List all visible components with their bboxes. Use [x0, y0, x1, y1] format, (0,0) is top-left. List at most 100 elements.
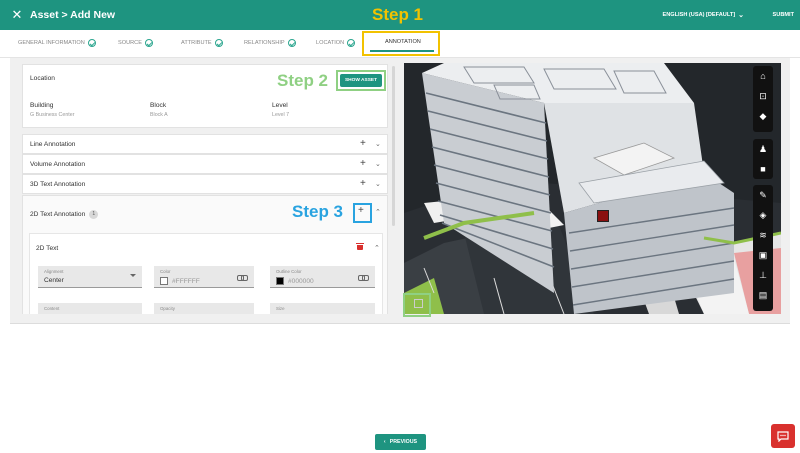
chevron-down-icon[interactable]: ⌄: [375, 160, 381, 168]
check-circle-icon: [214, 39, 223, 47]
check-circle-icon: [87, 39, 96, 47]
form-scrollbar[interactable]: [392, 66, 395, 226]
fill-icon[interactable]: ◆: [753, 106, 773, 126]
box-icon[interactable]: ▣: [753, 245, 773, 265]
document-icon[interactable]: ▤: [753, 285, 773, 305]
layers-edit-icon[interactable]: ◈: [753, 205, 773, 225]
outline-color-label: Outline Color: [276, 269, 302, 274]
outline-color-field[interactable]: Outline Color #000000: [270, 266, 375, 288]
tab-label: LOCATION: [316, 40, 345, 46]
section-label: 3D Text Annotation: [30, 181, 86, 188]
outline-color-value: #000000: [288, 277, 314, 285]
section-label: Volume Annotation: [30, 161, 85, 168]
tab-relationship[interactable]: RELATIONSHIP: [244, 39, 296, 47]
volume-annotation-section[interactable]: Volume Annotation + ⌄: [22, 154, 388, 174]
tab-general-information[interactable]: GENERAL INFORMATION: [18, 39, 96, 47]
alignment-select[interactable]: Alignment Center: [38, 266, 142, 288]
trash-icon[interactable]: [356, 243, 364, 250]
layers-icon[interactable]: ≋: [753, 225, 773, 245]
chevron-down-icon[interactable]: ⌄: [375, 140, 381, 148]
page-title: Asset > Add New: [30, 9, 116, 21]
2d-text-title: 2D Text: [36, 245, 59, 252]
tab-label: RELATIONSHIP: [244, 40, 285, 46]
viewer-toolbar-middle: ♟ ■: [753, 139, 773, 179]
plus-icon[interactable]: +: [360, 138, 366, 149]
color-value-wrap: #FFFFFF: [160, 277, 200, 285]
chevron-up-icon[interactable]: ⌄: [374, 243, 380, 251]
chevron-down-icon[interactable]: ⌄: [375, 180, 381, 188]
opacity-label: Opacity: [160, 306, 175, 311]
chevron-down-icon: ⌄: [738, 12, 744, 19]
color-swatch[interactable]: [160, 277, 168, 285]
color-field[interactable]: Color #FFFFFF: [154, 266, 254, 288]
step-1-annotation: Step 1: [372, 5, 424, 24]
level-label: Level: [272, 102, 288, 109]
opacity-field[interactable]: Opacity: [154, 303, 254, 314]
block-field: Block Block A: [150, 102, 168, 118]
building-render: [404, 63, 781, 314]
tab-location[interactable]: LOCATION: [316, 39, 356, 47]
outline-color-swatch[interactable]: [276, 277, 284, 285]
chevron-left-icon: ‹: [383, 439, 386, 445]
link-icon[interactable]: [237, 275, 248, 281]
caret-down-icon: [130, 274, 136, 277]
language-label: ENGLISH (USA) [DEFAULT]: [662, 12, 736, 18]
3d-viewer[interactable]: ⌂ ⊡ ◆ ♟ ■ ✎ ◈ ≋ ▣ ⊥ ▤: [404, 63, 781, 314]
link-icon[interactable]: [358, 275, 369, 281]
section-label: 2D Text Annotation: [30, 211, 86, 218]
walk-person-icon[interactable]: ♟: [753, 139, 773, 159]
color-label: Color: [160, 269, 171, 274]
building-label: Building: [30, 102, 54, 109]
step-3-annotation: Step 3: [292, 202, 344, 221]
count-badge: 1: [89, 210, 99, 219]
content-field[interactable]: Content: [38, 303, 142, 314]
building-field: Building G Business Center: [30, 102, 74, 118]
home-icon[interactable]: ⌂: [753, 66, 773, 86]
alignment-value: Center: [44, 277, 64, 284]
chat-button[interactable]: [771, 424, 795, 448]
hierarchy-icon[interactable]: ⊥: [753, 265, 773, 285]
previous-button[interactable]: ‹ PREVIOUS: [375, 434, 426, 450]
content-label: Content: [44, 306, 60, 311]
tab-label: GENERAL INFORMATION: [18, 40, 85, 46]
3d-text-annotation-section[interactable]: 3D Text Annotation + ⌄: [22, 174, 388, 194]
step-2-annotation: Step 2: [277, 71, 329, 90]
line-annotation-section[interactable]: Line Annotation + ⌄: [22, 134, 388, 154]
building-value: G Business Center: [30, 112, 75, 118]
check-circle-icon: [144, 39, 153, 47]
chat-icon: [777, 430, 789, 442]
plus-icon[interactable]: +: [360, 178, 366, 189]
annotation-form: Location Step 2 SHOW ASSET Building G Bu…: [22, 64, 390, 314]
corner-highlight-box: [403, 293, 431, 317]
plus-icon[interactable]: +: [360, 158, 366, 169]
level-field: Level Level 7: [272, 102, 289, 118]
2d-text-item: 2D Text ⌄ Alignment Center Color #FFFFFF…: [29, 233, 383, 314]
block-label: Block: [150, 102, 167, 109]
annotation-marker[interactable]: [597, 210, 609, 222]
level-value: Level 7: [272, 112, 290, 118]
check-circle-icon: [287, 39, 296, 47]
submit-button[interactable]: SUBMIT: [773, 0, 794, 30]
language-selector[interactable]: ENGLISH (USA) [DEFAULT] ⌄: [663, 0, 744, 30]
section-label: Line Annotation: [30, 141, 76, 148]
close-icon[interactable]: ✕: [6, 7, 28, 23]
alignment-label: Alignment: [44, 269, 64, 274]
tab-source[interactable]: SOURCE: [118, 39, 153, 47]
tab-label: SOURCE: [118, 40, 142, 46]
size-field[interactable]: Size: [270, 303, 375, 314]
focus-icon[interactable]: ⊡: [753, 86, 773, 106]
step-3-highlight-box: [353, 203, 372, 223]
step-2-highlight-box: [336, 70, 386, 91]
size-label: Size: [276, 306, 285, 311]
tab-label: ATTRIBUTE: [181, 40, 212, 46]
tab-attribute[interactable]: ATTRIBUTE: [181, 39, 223, 47]
viewer-toolbar-top: ⌂ ⊡ ◆: [753, 66, 773, 132]
chevron-up-icon[interactable]: ⌄: [375, 207, 381, 215]
location-title: Location: [30, 75, 55, 82]
outline-value-wrap: #000000: [276, 277, 314, 285]
pencil-icon[interactable]: ✎: [753, 185, 773, 205]
viewer-toolbar-bottom: ✎ ◈ ≋ ▣ ⊥ ▤: [753, 185, 773, 311]
camera-icon[interactable]: ■: [753, 159, 773, 179]
2d-text-annotation-header[interactable]: 2D Text Annotation 1: [30, 210, 99, 219]
previous-label: PREVIOUS: [389, 439, 418, 445]
